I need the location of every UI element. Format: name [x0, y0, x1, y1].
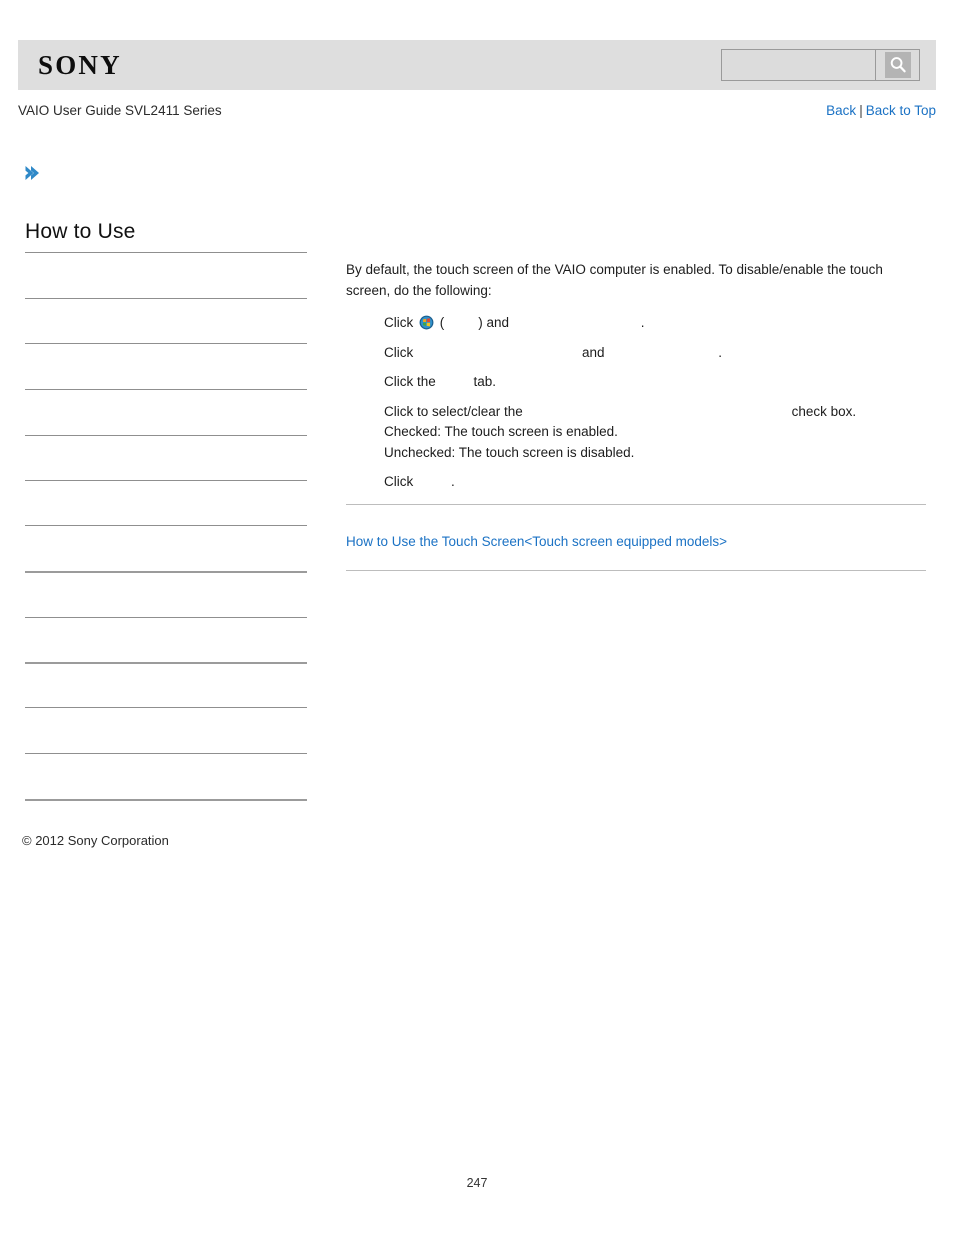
sidebar-item-7[interactable]: [25, 525, 307, 571]
step-checkbox: Click to select/clear the check box. Chec…: [384, 402, 926, 464]
copyright-notice: © 2012 Sony Corporation: [22, 833, 169, 848]
search-input[interactable]: [722, 50, 875, 80]
intro-paragraph: By default, the touch screen of the VAIO…: [346, 262, 883, 298]
back-to-top-link[interactable]: Back to Top: [866, 103, 936, 118]
step-text-mid1: (: [436, 315, 445, 330]
sony-logo: SONY: [38, 50, 122, 80]
content-divider-top: [346, 504, 926, 505]
instruction-steps: Click ( ) and . Click and . Click the tab…: [346, 313, 926, 493]
back-link[interactable]: Back: [826, 103, 856, 118]
chevron-right-icon[interactable]: [22, 163, 42, 183]
search-icon: [884, 52, 911, 78]
site-header: SONY: [18, 40, 936, 90]
step-final-click: Click .: [384, 472, 926, 493]
breadcrumb: [22, 163, 322, 187]
windows-start-orb-icon[interactable]: [419, 315, 434, 330]
sidebar: How to Use: [25, 218, 307, 801]
sidebar-item-2[interactable]: [25, 298, 307, 343]
step-click-tab: Click the tab.: [384, 372, 926, 393]
sidebar-item-11[interactable]: [25, 707, 307, 753]
sidebar-item-8[interactable]: [25, 571, 307, 617]
step-text-suffix: check box.: [791, 403, 857, 419]
step-text-mid2: ) and: [478, 315, 513, 330]
sidebar-heading: How to Use: [25, 220, 136, 243]
step-text-suffix: .: [640, 315, 645, 330]
step-text-prefix: Click the: [384, 374, 440, 389]
sidebar-item-1[interactable]: [25, 252, 307, 298]
step-text-suffix: tab.: [473, 374, 497, 389]
sidebar-item-10[interactable]: [25, 662, 307, 707]
sidebar-item-13[interactable]: [25, 799, 307, 801]
step-text-suffix: .: [718, 344, 723, 360]
step-click-and: Click and .: [384, 343, 926, 364]
sidebar-nav-list: [25, 252, 307, 801]
step-start-orb: Click ( ) and .: [384, 313, 926, 334]
header-nav: Back | Back to Top: [826, 101, 936, 120]
document-page: SONY VAIO User Guide SVL2411 Series Back…: [0, 0, 954, 1235]
content-divider-bottom: [346, 570, 926, 571]
sidebar-item-12[interactable]: [25, 753, 307, 799]
sidebar-item-6[interactable]: [25, 480, 307, 525]
step-text-mid1: and: [582, 344, 609, 360]
step-text-prefix: Click: [384, 344, 417, 360]
step-text-prefix: Click: [384, 315, 417, 330]
step-sub-unchecked: Unchecked: The touch screen is disabled.: [384, 444, 635, 460]
page-title: VAIO User Guide SVL2411 Series: [18, 103, 222, 118]
main-content: By default, the touch screen of the VAIO…: [346, 260, 926, 493]
sidebar-item-5[interactable]: [25, 435, 307, 480]
nav-separator: |: [859, 103, 863, 118]
title-bar: VAIO User Guide SVL2411 Series Back | Back…: [18, 101, 936, 121]
step-text-prefix: Click to select/clear the: [384, 403, 527, 419]
search-button[interactable]: [875, 50, 919, 80]
step-text-prefix: Click: [384, 474, 417, 489]
step-text-suffix: .: [451, 474, 455, 489]
page-number: 247: [466, 1176, 488, 1190]
search-bar: [721, 49, 920, 81]
sidebar-item-4[interactable]: [25, 389, 307, 435]
sidebar-item-9[interactable]: [25, 617, 307, 662]
related-topic-link[interactable]: How to Use the Touch Screen<Touch screen…: [346, 532, 926, 551]
sidebar-item-3[interactable]: [25, 343, 307, 389]
step-sub-checked: Checked: The touch screen is enabled.: [384, 424, 618, 439]
